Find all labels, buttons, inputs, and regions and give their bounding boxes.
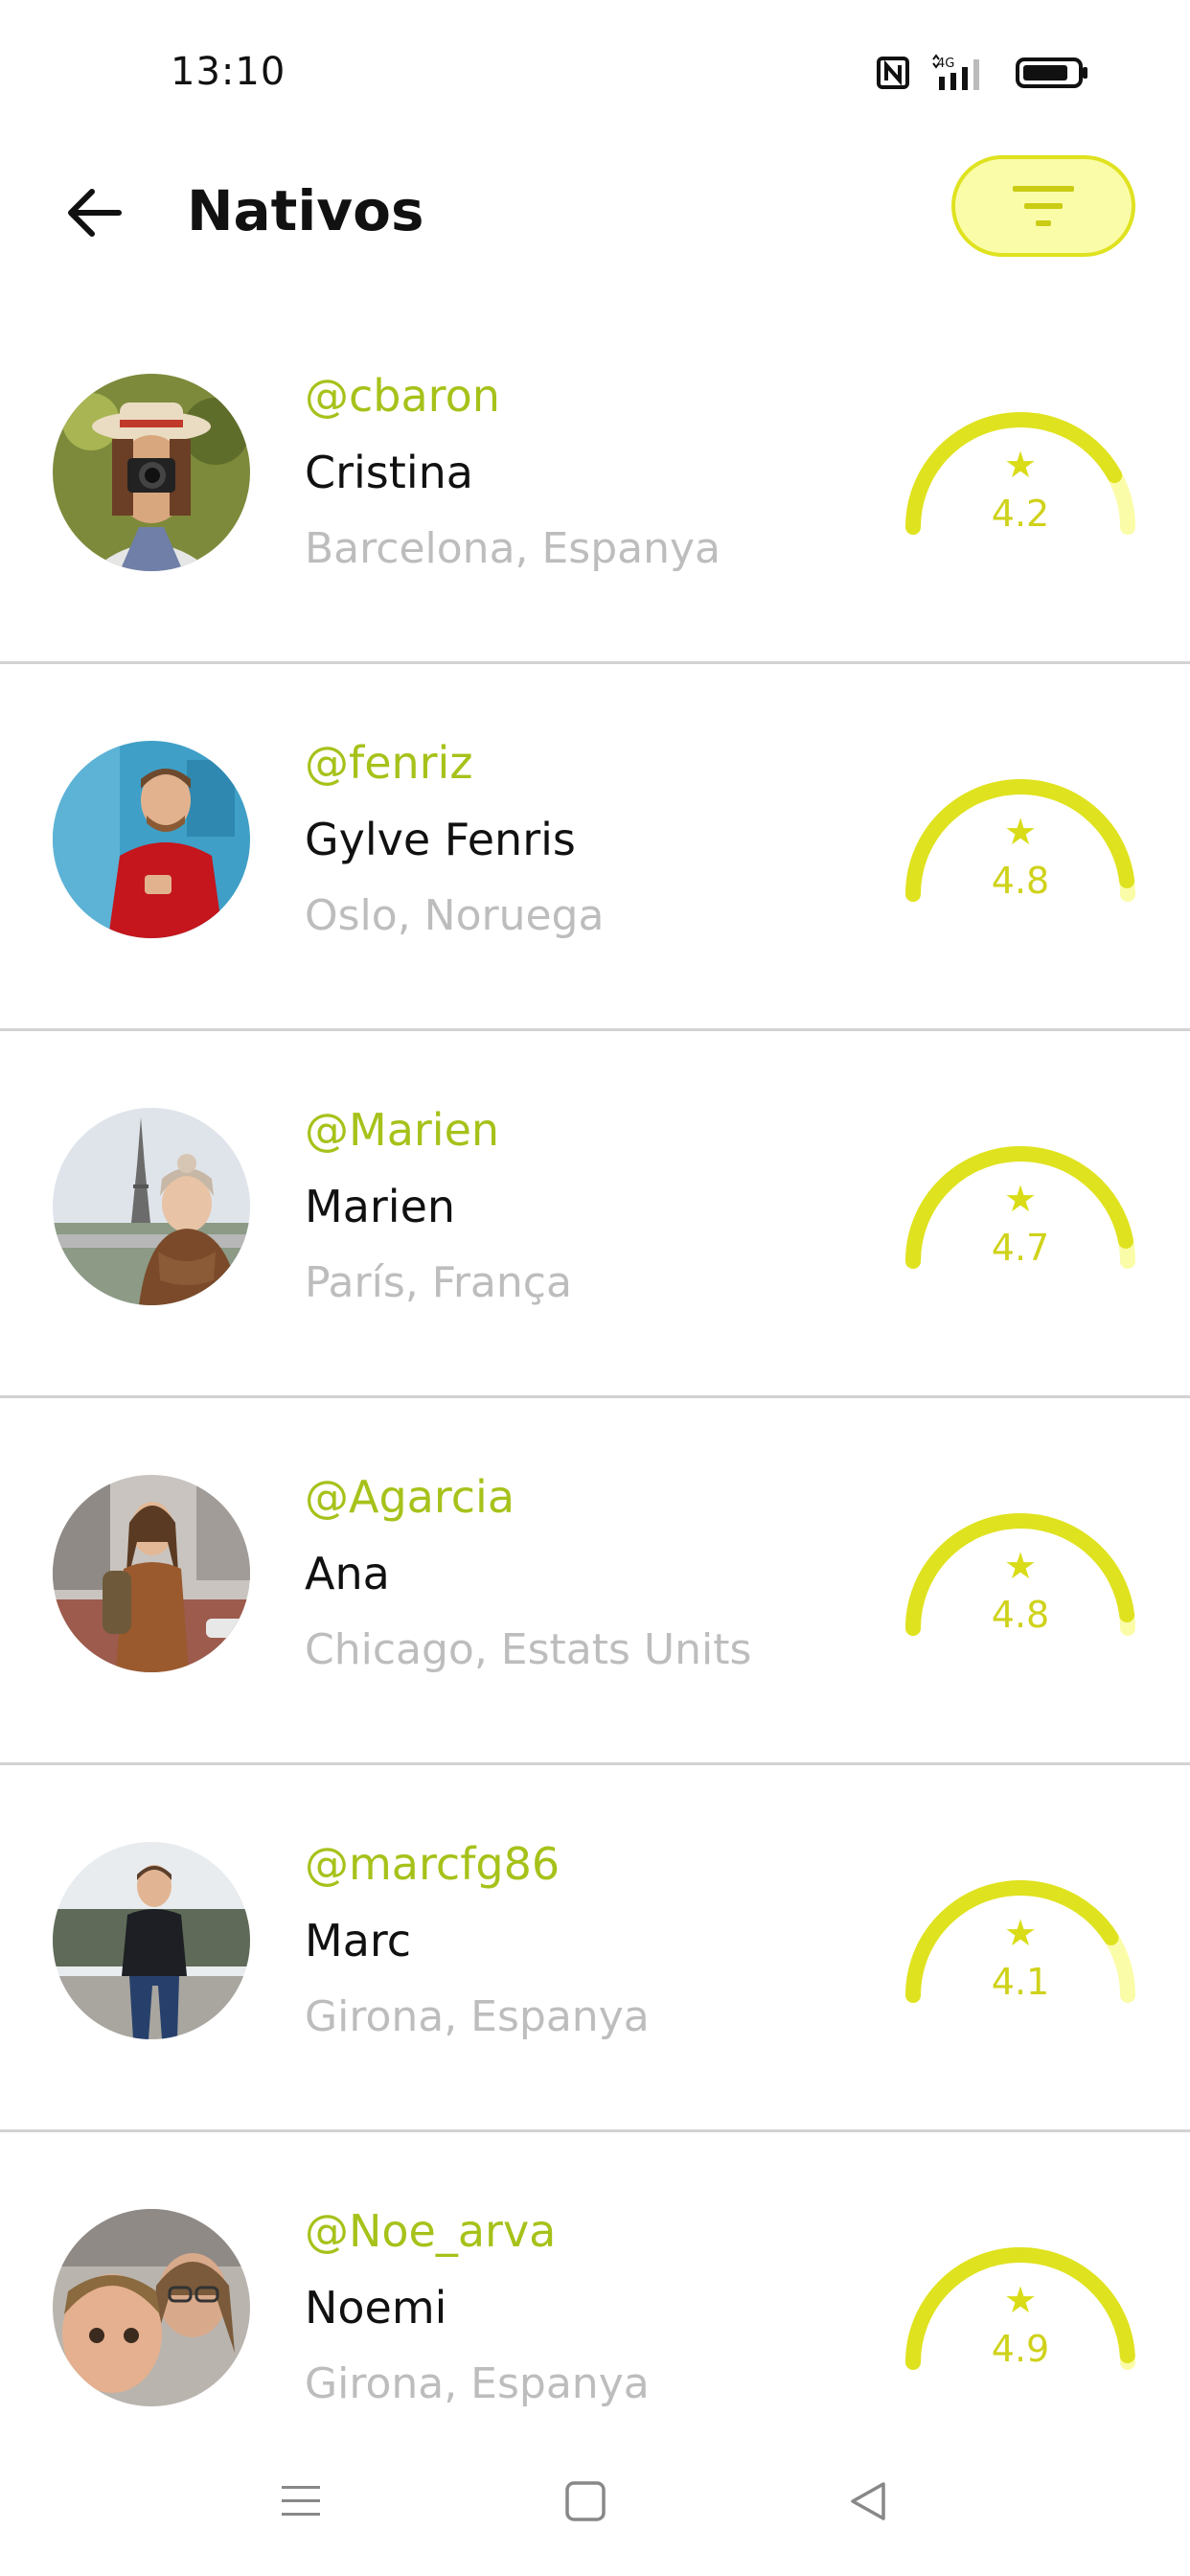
rating-gauge: ★ 4.9 [901, 2238, 1140, 2381]
username: @Noe_arva [305, 2205, 557, 2257]
rating-value: 4.8 [991, 1594, 1050, 1636]
home-square-icon [565, 2481, 606, 2521]
rating-value: 4.9 [991, 2328, 1050, 2370]
list-item[interactable]: @fenriz Gylve Fenris Oslo, Noruega ★ 4.8 [0, 664, 1190, 1031]
filter-button[interactable] [951, 155, 1135, 257]
list-item[interactable]: @Agarcia Ana Chicago, Estats Units ★ 4.8 [0, 1398, 1190, 1765]
home-button[interactable] [547, 2463, 624, 2540]
star-icon: ★ [1003, 444, 1038, 486]
rating-gauge: ★ 4.8 [901, 770, 1140, 913]
system-nav-bar [0, 2425, 1190, 2576]
star-icon: ★ [1003, 2279, 1038, 2321]
location: Girona, Espanya [305, 1992, 650, 2041]
avatar [53, 1108, 250, 1305]
location: Barcelona, Espanya [305, 524, 721, 573]
rating-value: 4.8 [991, 860, 1050, 902]
username: @cbaron [305, 370, 500, 422]
star-icon: ★ [1003, 1545, 1038, 1587]
signal-icon: 4G [931, 54, 995, 92]
page-title: Nativos [187, 178, 424, 243]
status-time: 13:10 [171, 50, 286, 94]
location: París, França [305, 1258, 572, 1307]
filter-icon [1013, 186, 1074, 226]
username: @Agarcia [305, 1471, 515, 1523]
avatar [53, 741, 250, 938]
nfc-icon [876, 56, 910, 90]
list-item[interactable]: @cbaron Cristina Barcelona, Espanya ★ 4.… [0, 297, 1190, 664]
rating-gauge: ★ 4.8 [901, 1504, 1140, 1647]
status-icons: 4G [876, 54, 1090, 92]
rating-gauge: ★ 4.1 [901, 1871, 1140, 2014]
avatar [53, 1842, 250, 2039]
full-name: Marien [305, 1181, 456, 1232]
list-item[interactable]: @Marien Marien París, França ★ 4.7 [0, 1031, 1190, 1398]
network-label: 4G [937, 57, 954, 71]
location: Oslo, Noruega [305, 891, 605, 940]
full-name: Noemi [305, 2282, 447, 2334]
full-name: Ana [305, 1548, 390, 1599]
status-bar: 13:10 4G [0, 0, 1190, 153]
star-icon: ★ [1003, 1178, 1038, 1220]
back-button[interactable] [56, 174, 132, 251]
location: Chicago, Estats Units [305, 1625, 752, 1674]
avatar [53, 374, 250, 571]
rating-gauge: ★ 4.7 [901, 1137, 1140, 1280]
battery-icon [1016, 56, 1090, 90]
star-icon: ★ [1003, 1912, 1038, 1954]
arrow-left-icon [68, 189, 122, 237]
menu-icon [282, 2486, 320, 2516]
full-name: Cristina [305, 447, 473, 498]
star-icon: ★ [1003, 811, 1038, 853]
rating-gauge: ★ 4.2 [901, 402, 1140, 546]
location: Girona, Espanya [305, 2359, 650, 2408]
natives-list: @cbaron Cristina Barcelona, Espanya ★ 4.… [0, 297, 1190, 2499]
username: @marcfg86 [305, 1838, 561, 1890]
recent-apps-button[interactable] [263, 2463, 339, 2540]
username: @Marien [305, 1104, 500, 1156]
header: Nativos [0, 144, 1190, 278]
full-name: Marc [305, 1915, 412, 1966]
username: @fenriz [305, 737, 473, 789]
rating-value: 4.2 [991, 493, 1050, 535]
back-system-button[interactable] [830, 2463, 906, 2540]
back-triangle-icon [851, 2482, 885, 2520]
list-item[interactable]: @marcfg86 Marc Girona, Espanya ★ 4.1 [0, 1765, 1190, 2132]
rating-value: 4.7 [991, 1227, 1050, 1269]
avatar [53, 2209, 250, 2406]
avatar [53, 1475, 250, 1672]
rating-value: 4.1 [991, 1961, 1050, 2003]
full-name: Gylve Fenris [305, 814, 576, 865]
